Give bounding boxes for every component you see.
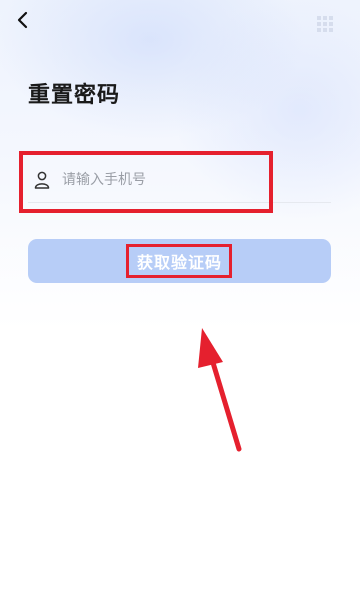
annotation-arrow: [198, 328, 242, 452]
